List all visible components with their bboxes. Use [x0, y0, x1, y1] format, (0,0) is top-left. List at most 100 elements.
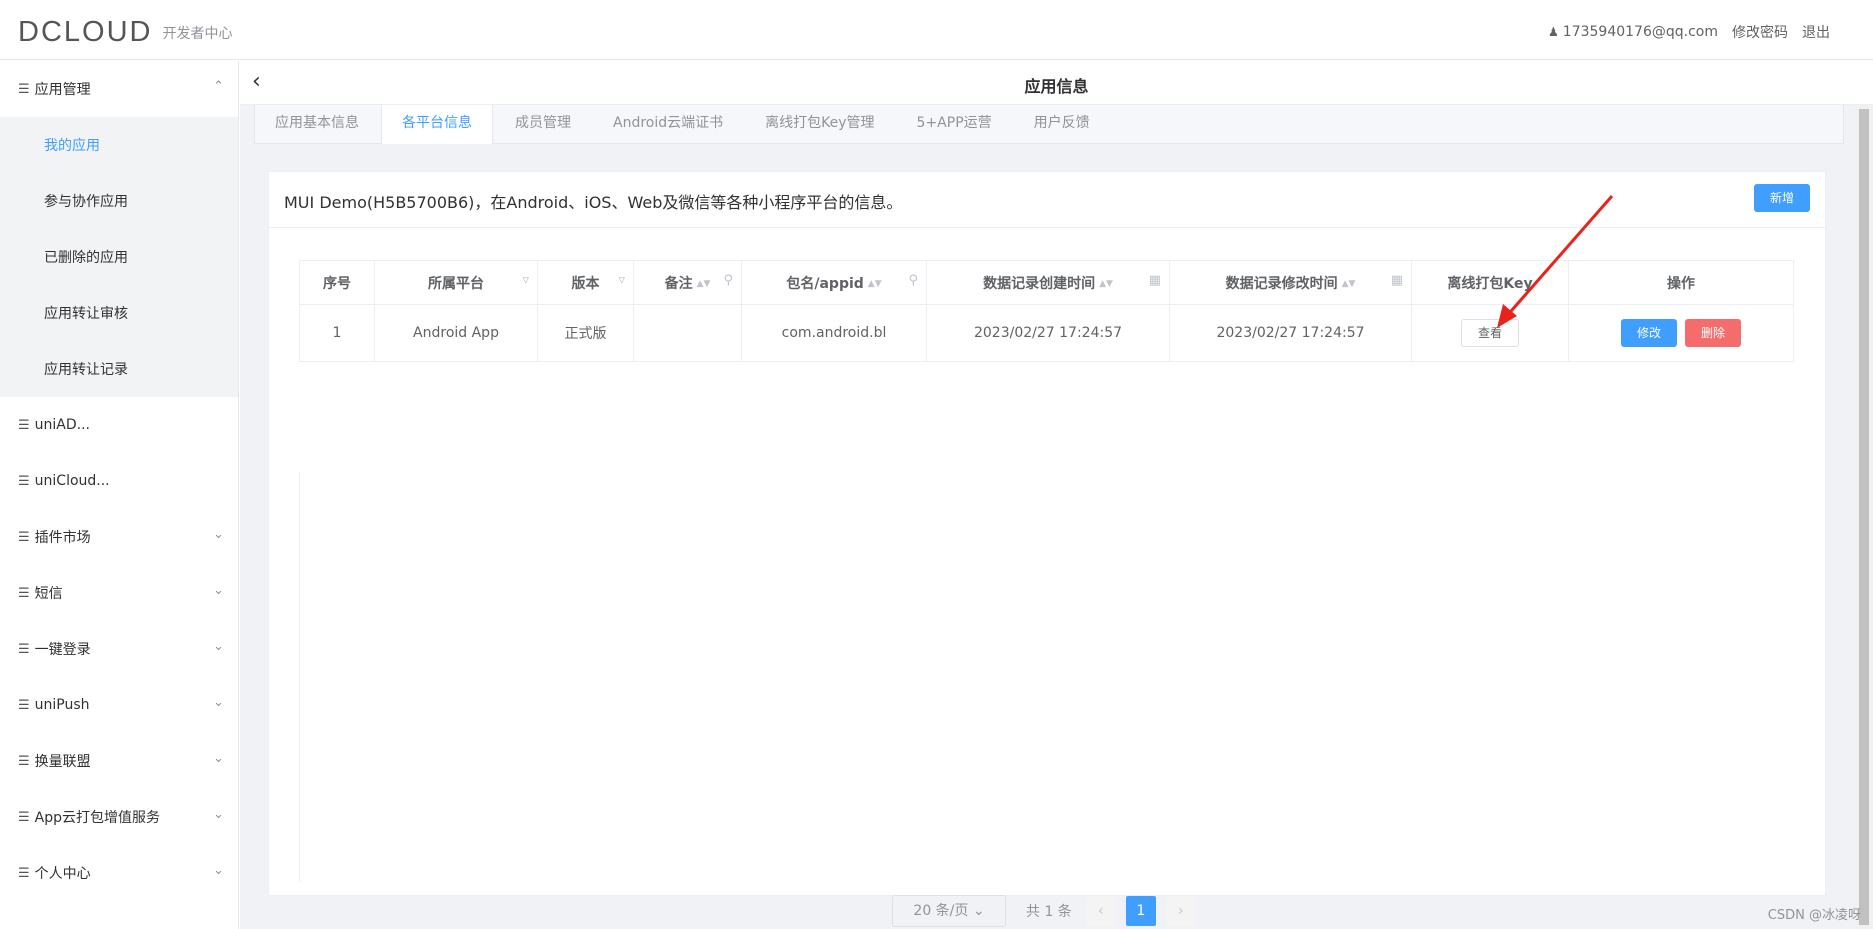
sidebar-item-transfer-records[interactable]: 应用转让记录 [0, 341, 238, 397]
calendar-icon[interactable]: ▦ [1391, 273, 1403, 288]
table-left-border [299, 472, 300, 882]
page-size-select[interactable]: 20 条/页 ⌄ [892, 895, 1006, 927]
list-icon: ☰ [18, 81, 30, 97]
list-icon: ☰ [18, 697, 30, 713]
sidebar-item-app-management[interactable]: ☰ 应用管理 ⌃ [0, 61, 238, 117]
watermark: CSDN @冰凌呀 [1767, 908, 1861, 923]
tab-feedback[interactable]: 用户反馈 [1014, 105, 1110, 143]
sort-icon[interactable]: ▲▼ [1099, 279, 1113, 289]
tab-app-ops[interactable]: 5+APP运营 [897, 105, 1012, 143]
col-package: 包名/appid ▲▼ ⚲ [741, 260, 927, 305]
col-created: 数据记录创建时间 ▲▼ ▦ [926, 260, 1170, 305]
sidebar-item-traffic-alliance[interactable]: ☰ 换量联盟 ⌄ [0, 733, 238, 789]
cell-version: 正式版 [537, 304, 634, 362]
sidebar-item-plugin-market[interactable]: ☰ 插件市场 ⌄ [0, 509, 238, 565]
chevron-up-icon: ⌃ [213, 79, 224, 94]
col-modified: 数据记录修改时间 ▲▼ ▦ [1169, 260, 1412, 305]
main-content: ‹ 应用信息 应用基本信息 各平台信息 成员管理 Android云端证书 离线打… [240, 61, 1873, 929]
sidebar-item-label: uniCloud... [34, 473, 110, 489]
chevron-down-icon: ⌄ [972, 903, 985, 919]
sort-icon[interactable]: ▲▼ [697, 279, 711, 289]
sidebar-item-label: 短信 [34, 586, 63, 602]
table-row: 1 Android App 正式版 com.android.bl 2023/02… [299, 304, 1794, 362]
tab-platform-info[interactable]: 各平台信息 [381, 105, 493, 144]
logout-link[interactable]: 退出 [1802, 22, 1830, 42]
list-icon: ☰ [18, 529, 30, 545]
sort-icon[interactable]: ▲▼ [868, 279, 882, 289]
calendar-icon[interactable]: ▦ [1149, 273, 1161, 288]
sidebar-item-label: 一键登录 [34, 642, 91, 658]
page-title: 应用信息 [1024, 77, 1089, 96]
chevron-down-icon: ⌄ [213, 695, 224, 710]
total-count: 共 1 条 [1026, 904, 1072, 920]
list-icon: ☰ [18, 753, 30, 769]
logo-text: DCLOUD [18, 16, 153, 48]
list-icon: ☰ [18, 809, 30, 825]
delete-button[interactable]: 删除 [1685, 319, 1741, 347]
sidebar-item-personal-center[interactable]: ☰ 个人中心 ⌄ [0, 845, 238, 901]
page-number-button[interactable]: 1 [1125, 896, 1156, 926]
next-page-button[interactable]: › [1165, 896, 1196, 926]
sidebar: ☰ 应用管理 ⌃ 我的应用 参与协作应用 已删除的应用 应用转让审核 应用转让记… [0, 61, 239, 929]
search-icon[interactable]: ⚲ [908, 273, 918, 288]
platform-info-card: MUI Demo(H5B5700B6)，在Android、iOS、Web及微信等… [268, 171, 1826, 927]
filter-icon[interactable]: ▿ [618, 273, 625, 288]
scrollbar-thumb[interactable] [1859, 109, 1869, 925]
tab-android-cert[interactable]: Android云端证书 [593, 105, 743, 143]
chevron-down-icon: ⌄ [213, 639, 224, 654]
cell-remark [633, 304, 742, 362]
pagination: 20 条/页 ⌄ 共 1 条 ‹ 1 › [892, 895, 1206, 927]
search-icon[interactable]: ⚲ [723, 273, 733, 288]
list-icon: ☰ [18, 473, 30, 489]
card-title: MUI Demo(H5B5700B6)，在Android、iOS、Web及微信等… [284, 193, 903, 212]
edit-button[interactable]: 修改 [1621, 319, 1677, 347]
add-button[interactable]: 新增 [1754, 184, 1810, 212]
sidebar-item-my-apps[interactable]: 我的应用 [0, 117, 238, 173]
scrollbar[interactable] [1855, 105, 1873, 929]
sort-icon[interactable]: ▲▼ [1342, 279, 1356, 289]
tab-offline-key[interactable]: 离线打包Key管理 [745, 105, 894, 143]
top-header: DCLOUD 开发者中心 ♟ 1735940176@qq.com 修改密码 退出 [0, 0, 1873, 60]
table-header-row: 序号 所属平台 ▿ 版本 ▿ 备注 ▲▼ ⚲ 包名/appid ▲▼ ⚲ 数据记录创建时间 ▲… [299, 260, 1794, 305]
col-version: 版本 ▿ [537, 260, 634, 305]
user-account[interactable]: 1735940176@qq.com [1563, 24, 1718, 40]
cell-platform: Android App [374, 304, 538, 362]
sidebar-item-collab-apps[interactable]: 参与协作应用 [0, 173, 238, 229]
logo-subtitle: 开发者中心 [162, 25, 233, 42]
change-password-link[interactable]: 修改密码 [1732, 22, 1788, 42]
cell-modified: 2023/02/27 17:24:57 [1169, 304, 1412, 362]
list-icon: ☰ [18, 641, 30, 657]
sidebar-item-uniad[interactable]: ☰ uniAD... [0, 397, 238, 453]
sidebar-item-unipush[interactable]: ☰ uniPush ⌄ [0, 677, 238, 733]
col-index: 序号 [299, 260, 375, 305]
sidebar-item-label: uniPush [34, 697, 90, 713]
sidebar-item-label: 插件市场 [34, 530, 91, 546]
sidebar-item-deleted-apps[interactable]: 已删除的应用 [0, 229, 238, 285]
sidebar-item-unicloud[interactable]: ☰ uniCloud... [0, 453, 238, 509]
platform-table: 序号 所属平台 ▿ 版本 ▿ 备注 ▲▼ ⚲ 包名/appid ▲▼ ⚲ 数据记录创建时间 ▲… [299, 260, 1794, 362]
sidebar-item-label: App云打包增值服务 [34, 810, 161, 826]
view-key-button[interactable]: 查看 [1461, 319, 1519, 347]
sidebar-item-one-click-login[interactable]: ☰ 一键登录 ⌄ [0, 621, 238, 677]
cell-created: 2023/02/27 17:24:57 [926, 304, 1170, 362]
sidebar-item-cloud-packaging[interactable]: ☰ App云打包增值服务 ⌄ [0, 789, 238, 845]
list-icon: ☰ [18, 585, 30, 601]
cell-package: com.android.bl [741, 304, 927, 362]
sidebar-item-sms[interactable]: ☰ 短信 ⌄ [0, 565, 238, 621]
prev-page-button[interactable]: ‹ [1085, 896, 1116, 926]
sidebar-item-transfer-review[interactable]: 应用转让审核 [0, 285, 238, 341]
dcloud-logo[interactable]: DCLOUD 开发者中心 [18, 16, 232, 49]
col-remark: 备注 ▲▼ ⚲ [633, 260, 742, 305]
tab-members[interactable]: 成员管理 [495, 105, 591, 143]
col-actions: 操作 [1568, 260, 1794, 305]
tab-bar: 应用基本信息 各平台信息 成员管理 Android云端证书 离线打包Key管理 … [254, 105, 1844, 144]
chevron-down-icon: ⌄ [213, 807, 224, 822]
sidebar-item-label: uniAD... [34, 417, 90, 433]
cell-offline-key: 查看 [1411, 304, 1569, 362]
app-management-submenu: 我的应用 参与协作应用 已删除的应用 应用转让审核 应用转让记录 [0, 117, 238, 397]
filter-icon[interactable]: ▿ [522, 273, 529, 288]
tab-basic-info[interactable]: 应用基本信息 [255, 105, 379, 143]
cell-index: 1 [299, 304, 375, 362]
list-icon: ☰ [18, 417, 30, 433]
sidebar-item-label: 换量联盟 [34, 754, 91, 770]
